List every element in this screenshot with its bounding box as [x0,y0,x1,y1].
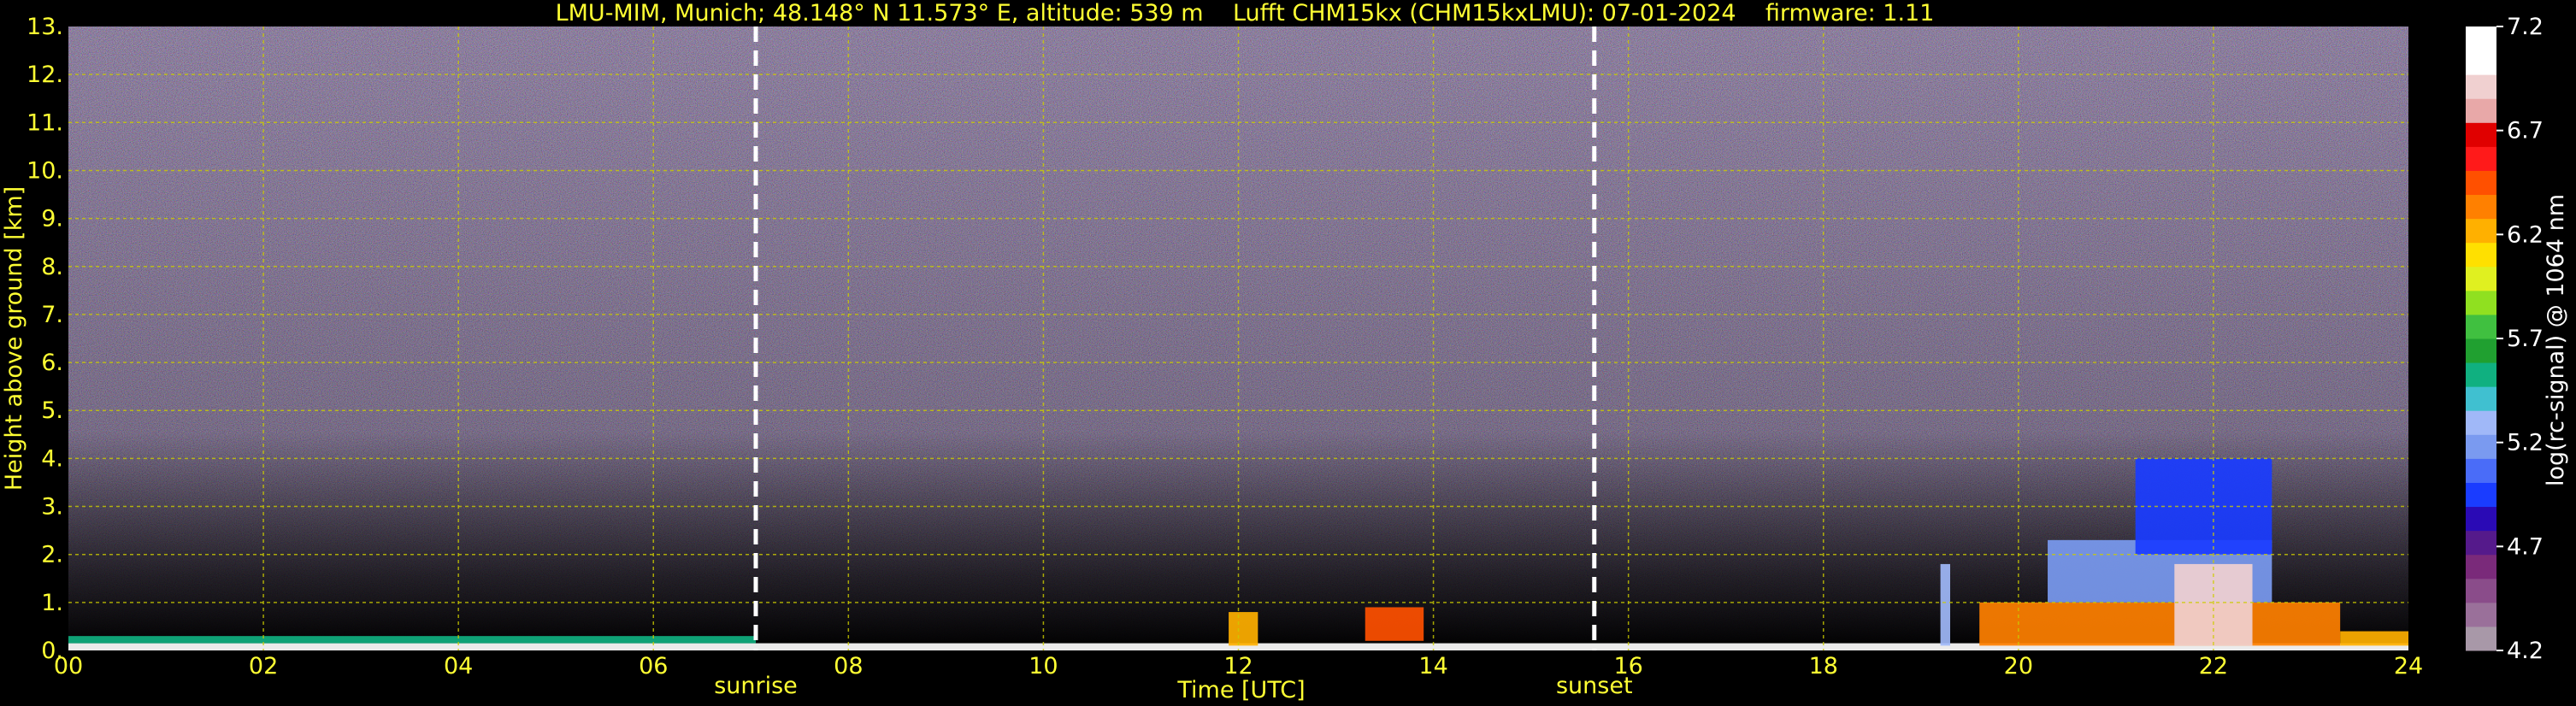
annotation-label-sunrise: sunrise [714,673,798,699]
colorbar-segment [2466,482,2496,508]
y-axis-label: Height above ground [km] [1,186,27,491]
colorbar-segment [2466,458,2496,483]
chart-title: LMU-MIM, Munich; 48.148° N 11.573° E, al… [556,0,1935,26]
lidar-chart: sunrise sunset LMU-MIM, Munich; 48.148° N… [1,0,2569,703]
y-tick-label: 10. [27,157,63,184]
y-tick-label: 2. [41,542,63,568]
colorbar-segment [2466,554,2496,580]
x-tick-label: 02 [249,653,278,680]
colorbar-label: log(rc-signal) @ 1064 nm [2543,194,2569,486]
colorbar-segment [2466,218,2496,244]
y-tick-label: 5. [41,397,63,424]
y-tick-labels: 0. 1. 2. 3. 4. 5. 6. 7. 8. 9. 10. 11. 12. 13. [27,14,63,664]
x-tick-label: 16 [1613,653,1642,680]
x-tick-label: 10 [1029,653,1058,680]
plot-area: sunrise sunset [68,26,2408,699]
colorbar-segment [2466,626,2496,651]
y-tick-label: 12. [27,62,63,88]
colorbar-segment [2466,602,2496,627]
signal-region [1365,607,1424,641]
x-tick-label: 04 [444,653,473,680]
y-tick-label: 11. [27,109,63,136]
colorbar-tick-label: 7.2 [2507,14,2544,40]
colorbar-tick-label: 4.2 [2507,638,2544,664]
colorbar-tick-label: 6.2 [2507,221,2544,248]
colorbar-segment [2466,338,2496,363]
x-tick-label: 06 [639,653,668,680]
colorbar-segment [2466,266,2496,291]
y-tick-label: 1. [41,590,63,616]
signal-region [68,636,756,644]
x-tick-label: 12 [1223,653,1253,680]
y-tick-label: 6. [41,350,63,376]
x-tick-labels: 00 02 04 06 08 10 12 14 16 18 20 22 24 [54,653,2423,680]
colorbar-segment [2466,362,2496,387]
colorbar-segment [2466,314,2496,339]
y-tick-label: 13. [27,14,63,40]
colorbar-segment [2466,410,2496,435]
y-tick-label: 0. [41,638,63,664]
x-axis-label: Time [UTC] [1176,677,1305,703]
colorbar [2466,26,2496,651]
colorbar-segment [2466,290,2496,315]
x-tick-label: 24 [2394,653,2423,680]
colorbar-tick-labels: 4.2 4.7 5.2 5.7 6.2 6.7 7.2 [2496,14,2544,664]
colorbar-tick-label: 5.2 [2507,430,2544,456]
colorbar-tick-label: 5.7 [2507,326,2544,352]
x-tick-label: 14 [1418,653,1447,680]
colorbar-segment [2466,122,2496,147]
y-tick-label: 9. [41,206,63,232]
colorbar-tick-label: 6.7 [2507,118,2544,144]
signal-region [2340,631,2408,646]
y-tick-label: 4. [41,445,63,472]
colorbar-segment [2466,434,2496,459]
colorbar-segment [2466,98,2496,123]
colorbar-segment [2466,26,2496,51]
colorbar-segment [2466,506,2496,532]
colorbar-segment [2466,74,2496,99]
colorbar-tick-label: 4.7 [2507,533,2544,560]
x-tick-label: 20 [2004,653,2033,680]
y-tick-label: 8. [41,254,63,280]
x-tick-label: 18 [1809,653,1838,680]
signal-region [1979,602,2341,646]
colorbar-segment [2466,242,2496,268]
colorbar-segment [2466,530,2496,556]
signal-region [1940,563,1951,646]
y-tick-label: 3. [41,494,63,521]
colorbar-segment [2466,194,2496,220]
colorbar-segment [2466,146,2496,171]
x-tick-label: 08 [834,653,863,680]
x-tick-label: 22 [2199,653,2228,680]
colorbar-segment [2466,50,2496,75]
colorbar-segment [2466,386,2496,411]
y-tick-label: 7. [41,302,63,328]
signal-region [1229,612,1259,646]
colorbar-segment [2466,578,2496,603]
colorbar-segment [2466,170,2496,196]
